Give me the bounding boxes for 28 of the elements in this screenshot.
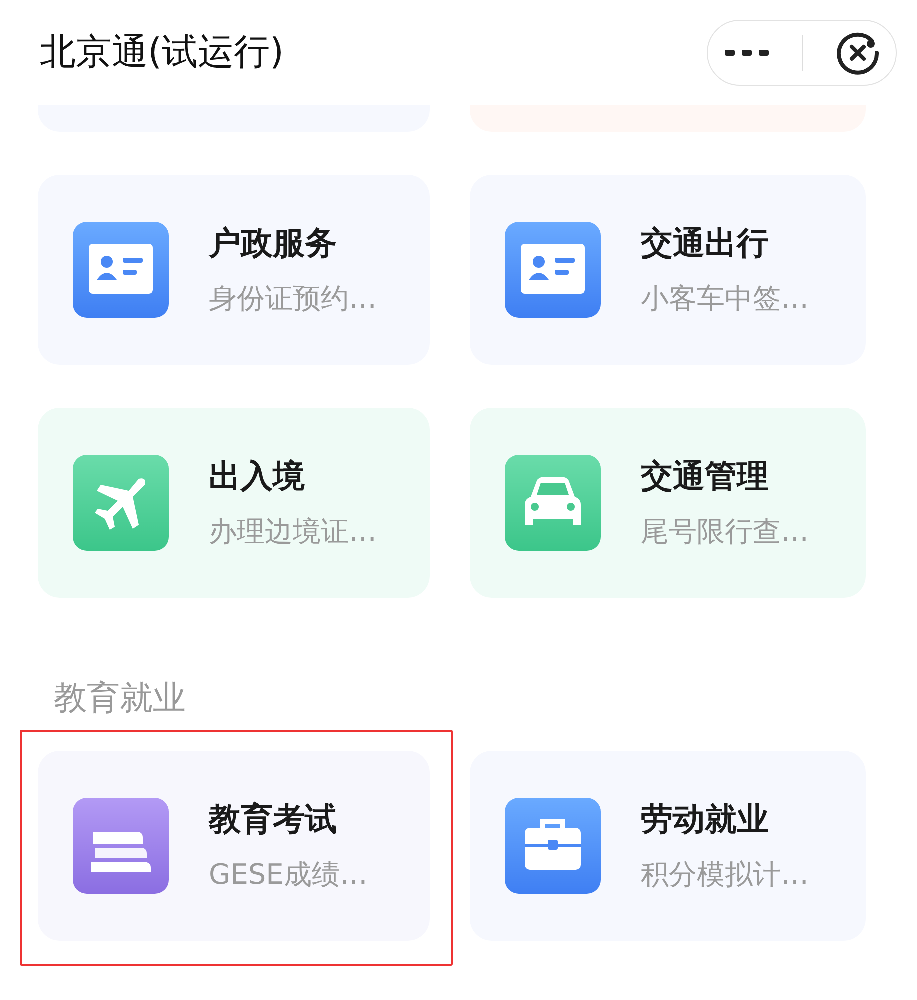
card-subtitle: GESE成绩… — [209, 857, 368, 893]
close-icon[interactable] — [836, 30, 880, 74]
card-title: 户政服务 — [209, 223, 338, 264]
service-card[interactable]: 出入境 办理边境证… — [38, 408, 430, 598]
section-heading: 教育就业 — [53, 677, 187, 719]
service-card[interactable]: 教育考试 GESE成绩… — [38, 751, 430, 941]
service-card[interactable]: 劳动就业 积分模拟计… — [470, 751, 866, 941]
card-subtitle: 积分模拟计… — [641, 857, 809, 893]
books-icon — [73, 798, 169, 894]
car-icon — [505, 455, 601, 551]
id-card-icon — [73, 222, 169, 318]
service-card[interactable]: 户政服务 身份证预约… — [38, 175, 430, 365]
plane-icon — [73, 455, 169, 551]
card-title: 交通出行 — [641, 223, 770, 264]
more-icon[interactable] — [724, 48, 768, 58]
service-card[interactable]: 交通出行 小客车中签… — [470, 175, 866, 365]
briefcase-icon — [505, 798, 601, 894]
card-subtitle: 办理边境证… — [209, 514, 377, 550]
window-title: 北京通(试运行) — [40, 31, 284, 75]
card-subtitle: 尾号限行查… — [641, 514, 809, 550]
card-subtitle: 小客车中签… — [641, 281, 809, 317]
id-card-icon — [505, 222, 601, 318]
card-title: 交通管理 — [641, 456, 770, 497]
card-title: 教育考试 — [209, 799, 338, 840]
card-title: 出入境 — [209, 456, 306, 497]
service-card[interactable]: 交通管理 尾号限行查… — [470, 408, 866, 598]
card-subtitle: 身份证预约… — [209, 281, 377, 317]
card-title: 劳动就业 — [641, 799, 770, 840]
